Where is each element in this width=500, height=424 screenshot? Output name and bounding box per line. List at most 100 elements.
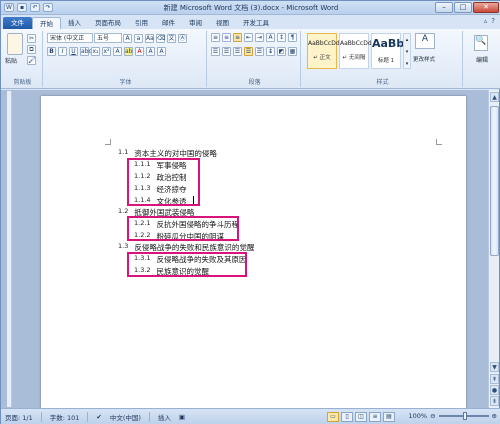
tab-file[interactable]: 文件 (3, 17, 32, 29)
style-heading-1-name: 标题 1 (377, 58, 395, 64)
multilevel-list-icon[interactable]: ≡ (233, 33, 242, 42)
minimize-button[interactable]: – (435, 2, 453, 13)
ribbon-tabs: 文件 开始 插入 页面布局 引用 邮件 审阅 视图 开发工具 ▵ ? (1, 15, 500, 29)
zoom-control: 100% ⊖ ⊕ (409, 412, 497, 420)
style-heading-1-preview: AaBb (372, 37, 405, 50)
paste-button[interactable]: 粘贴 (5, 56, 17, 65)
scroll-thumb[interactable] (490, 106, 499, 256)
tab-references[interactable]: 引用 (128, 17, 155, 29)
style-normal[interactable]: AaBbCcDd ↵ 正文 (307, 33, 340, 69)
help-icon[interactable]: ? (491, 17, 495, 25)
full-screen-reading-icon[interactable]: ▯ (341, 412, 353, 422)
scroll-up-icon[interactable]: ▲ (490, 92, 499, 102)
zoom-in-icon[interactable]: ⊕ (492, 412, 497, 420)
zoom-slider[interactable] (438, 412, 489, 420)
find-icon[interactable]: 🔍 (474, 35, 488, 51)
scroll-down-icon[interactable]: ▼ (490, 362, 499, 372)
subscript-icon[interactable]: x₂ (91, 47, 100, 56)
increase-indent-icon[interactable]: ⇥ (255, 33, 264, 42)
zoom-level[interactable]: 100% (409, 412, 428, 420)
clear-format-icon[interactable]: ⌫ (156, 33, 165, 43)
draft-icon[interactable]: ▤ (383, 412, 395, 422)
change-styles-icon[interactable]: A (415, 33, 435, 49)
close-button[interactable]: ✕ (473, 2, 499, 13)
strikethrough-icon[interactable]: abc (80, 47, 92, 56)
document-page[interactable]: 1.1 资本主义的对中国的侵略 1.1.1 军事侵略 1.1.2 政治控制 1.1.3… (41, 96, 466, 408)
next-page-icon[interactable]: ⇟ (490, 396, 499, 406)
paste-icon[interactable] (7, 33, 23, 55)
highlight-box-1-3 (127, 252, 247, 277)
char-border-icon[interactable]: A (157, 47, 166, 56)
tab-mailings[interactable]: 邮件 (155, 17, 182, 29)
sort-icon[interactable]: ↕ (277, 33, 286, 42)
font-family-select[interactable]: 宋体 (中文正 (47, 33, 93, 43)
chinese-layout-icon[interactable]: A (266, 33, 275, 42)
zoom-out-icon[interactable]: ⊖ (430, 412, 435, 420)
decrease-indent-icon[interactable]: ⇤ (244, 33, 253, 42)
shading-icon[interactable]: ◩ (277, 47, 286, 56)
prev-page-icon[interactable]: ⇞ (490, 374, 499, 384)
char-shading-icon[interactable]: A (146, 47, 155, 56)
font-group: 宋体 (中文正 五号 A a Aa ⌫ 文 Ⓐ B I U abc x₂ x² … (45, 31, 207, 87)
style-no-spacing[interactable]: AaBbCcDd ↵ 无间隔 (339, 33, 372, 69)
outline-icon[interactable]: ≡ (369, 412, 381, 422)
font-size-select[interactable]: 五号 (94, 33, 122, 43)
italic-icon[interactable]: I (58, 47, 67, 56)
style-no-spacing-preview: AaBbCcDd (340, 40, 372, 47)
align-left-icon[interactable]: ☰ (211, 47, 220, 56)
tab-home[interactable]: 开始 (32, 17, 61, 29)
shrink-font-icon[interactable]: a (134, 33, 143, 43)
collapse-ribbon-icon[interactable]: ▵ (484, 17, 488, 25)
font-color-icon[interactable]: A (135, 47, 144, 56)
web-layout-icon[interactable]: ◫ (355, 412, 367, 422)
superscript-icon[interactable]: x² (102, 47, 111, 56)
vertical-scrollbar[interactable]: ▲ ▼ ⇞ ● ⇟ (488, 90, 499, 408)
styles-scroll-icon[interactable]: ▴ ▾ ▾ (403, 33, 411, 69)
highlight-icon[interactable]: ab (124, 47, 133, 56)
change-case-icon[interactable]: Aa (145, 33, 154, 43)
tab-insert[interactable]: 插入 (61, 17, 88, 29)
bullets-icon[interactable]: ≡ (211, 33, 220, 42)
copy-icon[interactable]: ⧉ (27, 45, 37, 54)
select-browse-icon[interactable]: ● (490, 385, 499, 395)
underline-icon[interactable]: U (69, 47, 78, 56)
justify-icon[interactable]: ☰ (244, 47, 253, 56)
phonetic-icon[interactable]: 文 (167, 33, 176, 43)
print-layout-icon[interactable]: ▭ (327, 412, 339, 422)
cut-icon[interactable]: ✂ (27, 34, 37, 43)
zoom-slider-knob[interactable] (462, 412, 467, 420)
insert-mode[interactable]: 插入 (158, 412, 171, 422)
grow-font-icon[interactable]: A (123, 33, 132, 43)
style-heading-1[interactable]: AaBb 标题 1 (371, 33, 405, 69)
tab-review[interactable]: 审阅 (182, 17, 209, 29)
text-effect-icon[interactable]: A (113, 47, 122, 56)
window-title: 新建 Microsoft Word 文档 (3).docx - Microsof… (163, 4, 339, 12)
language[interactable]: 中文(中国) (110, 412, 141, 422)
word-count[interactable]: 字数: 101 (50, 412, 80, 422)
bold-icon[interactable]: B (47, 47, 56, 56)
numbering-icon[interactable]: ≡ (222, 33, 231, 42)
line-spacing-icon[interactable]: ↨ (266, 47, 275, 56)
macro-record-icon[interactable]: ▣ (179, 413, 185, 421)
window-controls: – □ ✕ (435, 2, 499, 13)
borders-icon[interactable]: ▦ (288, 47, 297, 56)
style-normal-name: ↵ 正文 (313, 55, 331, 61)
enclose-char-icon[interactable]: Ⓐ (178, 33, 187, 43)
format-painter-icon[interactable]: 🖌 (27, 56, 37, 65)
editing-button[interactable]: 编辑 (465, 55, 499, 64)
styles-label: 样式 (376, 79, 389, 86)
show-marks-icon[interactable]: ¶ (288, 33, 297, 42)
page-count[interactable]: 页面: 1/1 (5, 412, 33, 422)
change-styles-button[interactable]: 更改样式 (413, 55, 435, 63)
align-center-icon[interactable]: ☰ (222, 47, 231, 56)
paragraph-group: ≡ ≡ ≡ ⇤ ⇥ A ↕ ¶ ☰ ☰ ☰ ☰ ☰ ↨ ◩ ▦ 段落 (209, 31, 301, 87)
highlight-box-1-1 (127, 158, 200, 206)
proofing-icon[interactable]: ✔ (96, 413, 101, 421)
distributed-icon[interactable]: ☰ (255, 47, 264, 56)
paragraph-label: 段落 (248, 79, 261, 86)
tab-developer[interactable]: 开发工具 (236, 17, 276, 29)
tab-view[interactable]: 视图 (209, 17, 236, 29)
align-right-icon[interactable]: ☰ (233, 47, 242, 56)
tab-page-layout[interactable]: 页面布局 (88, 17, 128, 29)
maximize-button[interactable]: □ (454, 2, 472, 13)
